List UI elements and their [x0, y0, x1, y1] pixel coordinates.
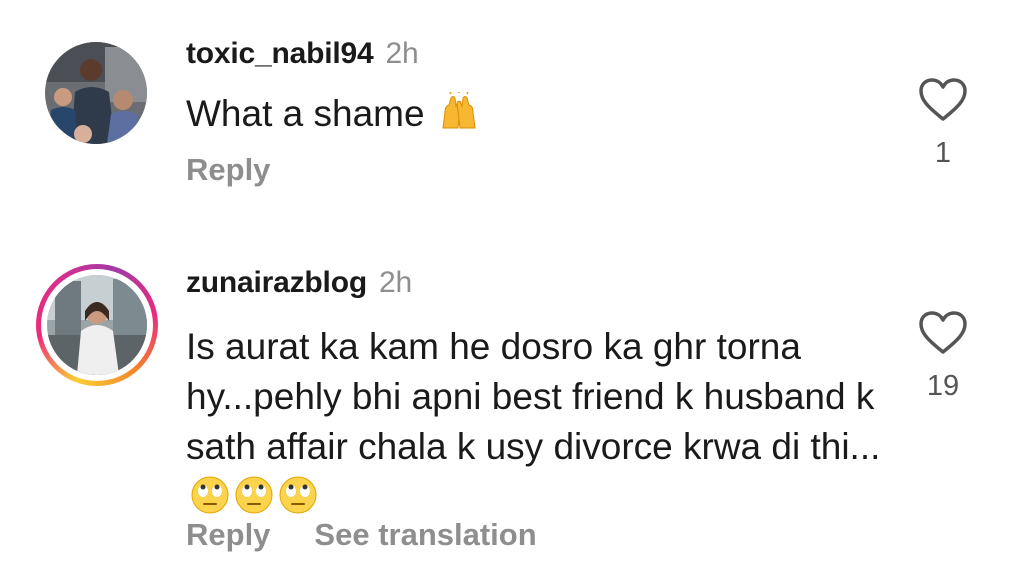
comment-actions: Reply — [186, 152, 314, 188]
comment-username[interactable]: toxic_nabil94 2h — [186, 37, 419, 71]
comment-text-body: What a shame — [186, 93, 425, 134]
username-text[interactable]: toxic_nabil94 — [186, 37, 374, 70]
avatar[interactable] — [47, 275, 147, 375]
comment-text: What a shame — [186, 89, 886, 139]
face-with-rolling-eyes-emoji-icon — [191, 476, 229, 514]
avatar-ring-gap — [41, 269, 153, 381]
like-count: 1 — [934, 137, 952, 169]
username-text[interactable]: zunairazblog — [186, 266, 367, 299]
comment-time: 2h — [385, 37, 419, 70]
comment-time: 2h — [378, 266, 412, 299]
comment-text-body: Is aurat ka kam he dosro ka ghr torna hy… — [186, 326, 881, 467]
comment-item: toxic_nabil94 2h What a shame Reply 1 — [0, 0, 1024, 240]
like-control[interactable]: 19 — [916, 310, 970, 403]
profile-photo-icon — [45, 42, 147, 144]
comment-item: zunairazblog 2h Is aurat ka kam he dosro … — [0, 240, 1024, 571]
comment-text: Is aurat ka kam he dosro ka ghr torna hy… — [186, 322, 906, 522]
profile-photo-icon — [47, 275, 147, 375]
heart-icon[interactable] — [918, 77, 968, 123]
story-ring[interactable] — [36, 264, 158, 386]
like-count: 19 — [926, 370, 960, 402]
heart-icon[interactable] — [918, 310, 968, 356]
avatar[interactable] — [45, 42, 147, 144]
reply-button[interactable]: Reply — [186, 152, 270, 188]
comments-list: toxic_nabil94 2h What a shame Reply 1 zu… — [0, 0, 1024, 571]
see-translation-button[interactable]: See translation — [314, 517, 536, 553]
face-with-rolling-eyes-emoji-icon — [235, 476, 273, 514]
like-control[interactable]: 1 — [916, 77, 970, 170]
face-with-rolling-eyes-emoji-icon — [279, 476, 317, 514]
reply-button[interactable]: Reply — [186, 517, 270, 553]
comment-actions: Reply See translation — [186, 517, 581, 553]
comment-username[interactable]: zunairazblog 2h — [186, 266, 412, 300]
raising-hands-emoji-icon — [442, 92, 476, 129]
